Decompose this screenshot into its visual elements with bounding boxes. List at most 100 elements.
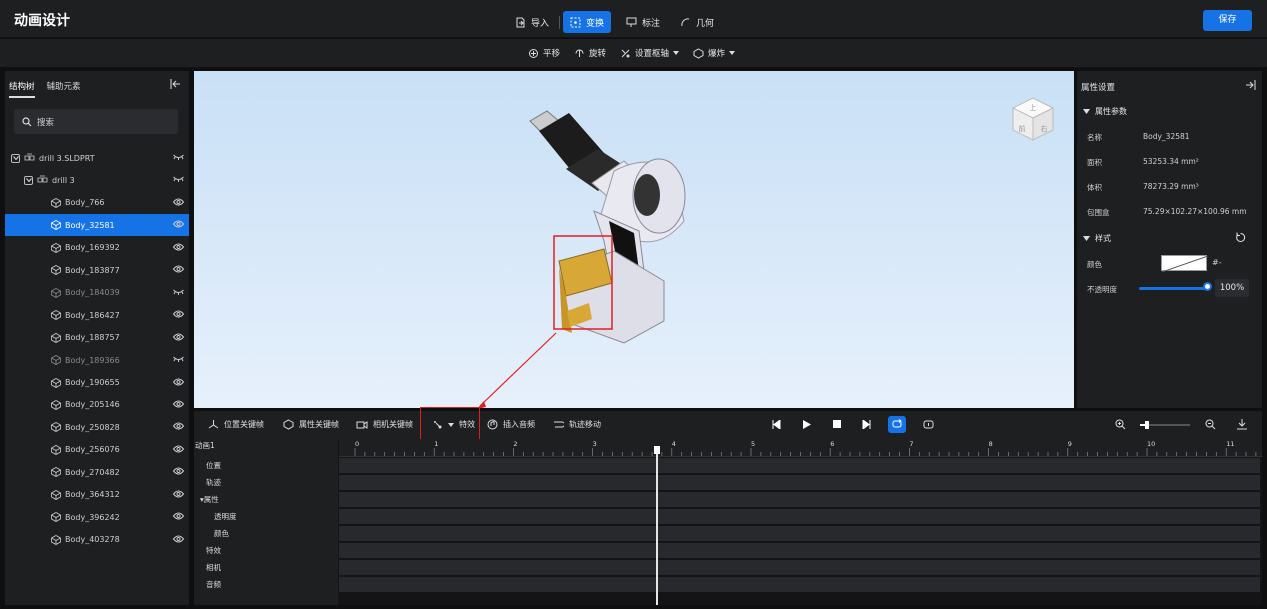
camera-keyframe-button[interactable]: 相机关键帧 (356, 419, 413, 430)
tree-item[interactable]: Body_364312 (5, 484, 189, 506)
eye-icon[interactable] (172, 490, 185, 498)
ruler-tick-label: 4 (672, 440, 676, 448)
eye-icon[interactable] (172, 535, 185, 543)
tree-item[interactable]: Body_169392 (5, 237, 189, 259)
zoom-out-icon[interactable] (1205, 419, 1216, 430)
eye-icon[interactable] (172, 400, 185, 408)
tree-item[interactable]: Body_190655 (5, 372, 189, 394)
track-lane[interactable] (339, 526, 1260, 541)
eye-icon[interactable] (172, 445, 185, 453)
transform-button[interactable]: 变换 (563, 11, 612, 33)
explode-dropdown[interactable]: 爆炸 (693, 47, 736, 59)
tree-item[interactable]: Body_766 (5, 192, 189, 214)
collapse-left-panel-icon[interactable] (170, 79, 181, 89)
loop-toggle[interactable] (888, 416, 906, 433)
tree-item[interactable]: Body_189366 (5, 349, 189, 371)
zoom-slider-handle[interactable] (1145, 421, 1149, 429)
play-icon[interactable] (803, 420, 811, 429)
loop-once-icon[interactable] (923, 419, 934, 430)
geometry-button[interactable]: 几何 (673, 11, 721, 33)
eye-icon[interactable] (172, 310, 185, 318)
step-forward-icon[interactable] (862, 420, 871, 429)
eye-icon[interactable] (172, 220, 185, 228)
volume-label: 体积 (1087, 183, 1102, 192)
3d-viewport[interactable]: 上 前 右 (194, 71, 1074, 409)
track-lane[interactable] (339, 509, 1260, 524)
tree-item[interactable]: Body_32581 (5, 214, 189, 237)
track-lane[interactable] (339, 475, 1260, 490)
opacity-slider-handle[interactable] (1203, 282, 1212, 291)
move-button[interactable]: 平移 (528, 47, 560, 59)
tree-item[interactable]: Body_205146 (5, 394, 189, 416)
view-cube[interactable]: 上 前 右 (1008, 94, 1058, 144)
time-ruler[interactable]: 0 1 2 3 4 5 6 7 8 9 10 11 (339, 439, 1262, 457)
color-swatch[interactable] (1161, 255, 1209, 273)
eye-closed-icon[interactable] (173, 355, 184, 363)
download-icon[interactable] (1237, 419, 1247, 430)
eye-icon[interactable] (172, 243, 185, 251)
reset-icon[interactable] (1235, 232, 1246, 243)
search-input[interactable]: 搜索 (14, 109, 178, 134)
track-label: 轨迹 (206, 478, 221, 487)
tree-item[interactable]: Body_403278 (5, 529, 189, 551)
eye-icon[interactable] (172, 422, 185, 430)
save-button[interactable]: 保存 (1203, 10, 1252, 31)
expand-toggle[interactable] (11, 153, 20, 163)
rotate-button[interactable]: 旋转 (574, 47, 606, 59)
params-section-toggle[interactable]: 属性参数 (1083, 106, 1127, 117)
eye-closed-icon[interactable] (173, 153, 184, 161)
timeline-toolbar: 位置关键帧 属性关键帧 相机关键帧 特效 插入音频 轨迹移动 (194, 407, 1262, 442)
eye-icon[interactable] (172, 265, 185, 273)
collapse-right-panel-icon[interactable] (1245, 80, 1256, 90)
zoom-in-icon[interactable] (1115, 419, 1126, 430)
import-button[interactable]: 导入 (508, 11, 556, 33)
playhead-handle[interactable] (653, 446, 660, 454)
ruler-tick-label: 11 (1226, 440, 1234, 448)
position-keyframe-button[interactable]: 位置关键帧 (208, 419, 264, 430)
stop-icon[interactable] (833, 420, 841, 428)
part-icon (51, 310, 61, 321)
tree-item[interactable]: Body_188757 (5, 327, 189, 349)
part-icon (51, 197, 61, 208)
opacity-slider[interactable] (1139, 287, 1209, 290)
import-icon (516, 17, 525, 27)
path-move-button[interactable]: 轨迹移动 (553, 419, 601, 430)
eye-icon[interactable] (172, 333, 185, 341)
eye-icon[interactable] (172, 512, 185, 520)
tree-item[interactable]: drill 3.SLDPRT (5, 147, 189, 169)
tree-item[interactable]: Body_186427 (5, 304, 189, 326)
tree-item[interactable]: drill 3 (5, 169, 189, 191)
style-section-toggle[interactable]: 样式 (1083, 233, 1111, 244)
ruler-tick-label: 9 (1068, 440, 1072, 448)
annotation-button[interactable]: 标注 (619, 11, 667, 33)
expand-toggle[interactable] (24, 175, 33, 185)
tab-structure-tree[interactable]: 结构树 (9, 80, 35, 98)
track-lane[interactable] (339, 577, 1260, 592)
tree-item[interactable]: Body_250828 (5, 416, 189, 438)
eye-icon[interactable] (172, 467, 185, 475)
tree-item[interactable]: Body_270482 (5, 461, 189, 483)
camera-keyframe-icon (356, 420, 368, 429)
tree-item[interactable]: Body_183877 (5, 259, 189, 281)
eye-closed-icon[interactable] (173, 175, 184, 183)
tree-item[interactable]: Body_184039 (5, 282, 189, 304)
property-keyframe-button[interactable]: 属性关键帧 (283, 419, 339, 430)
annotation-label: 标注 (642, 18, 661, 29)
step-back-icon[interactable] (772, 420, 781, 429)
track-lane[interactable] (339, 560, 1260, 575)
set-pivot-dropdown[interactable]: 设置枢轴 (620, 47, 680, 59)
chevron-down-icon (729, 51, 736, 55)
tree-item[interactable]: Body_396242 (5, 506, 189, 528)
track-lane[interactable] (339, 543, 1260, 558)
track-lane[interactable] (339, 458, 1260, 473)
tab-helper-elements[interactable]: 辅助元素 (47, 80, 81, 98)
search-placeholder: 搜索 (37, 117, 55, 128)
playhead[interactable] (655, 446, 658, 605)
eye-icon[interactable] (172, 378, 185, 386)
insert-audio-button[interactable]: 插入音频 (487, 419, 535, 430)
opacity-input[interactable]: 100% (1215, 279, 1249, 297)
eye-closed-icon[interactable] (173, 288, 184, 296)
eye-icon[interactable] (172, 198, 185, 206)
track-lane[interactable] (339, 492, 1260, 507)
tree-item[interactable]: Body_256076 (5, 439, 189, 461)
